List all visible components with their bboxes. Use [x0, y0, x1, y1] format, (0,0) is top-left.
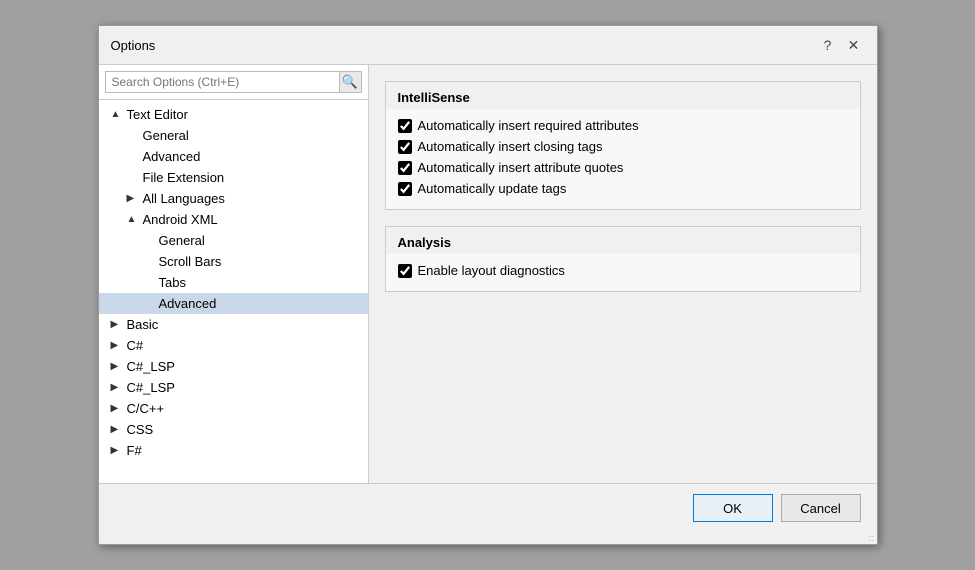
search-input[interactable] — [105, 71, 340, 93]
tree-label-fsharp: F# — [127, 443, 142, 458]
intellisense-header: IntelliSense — [386, 82, 860, 109]
intellisense-section: IntelliSense Automatically insert requir… — [385, 81, 861, 210]
tree-label-android-xml: Android XML — [143, 212, 218, 227]
expand-icon-basic: ▶ — [111, 319, 123, 330]
help-button[interactable]: ? — [817, 34, 839, 56]
title-bar-actions: ? ✕ — [817, 34, 865, 56]
checkbox-label-auto-insert-closing: Automatically insert closing tags — [418, 139, 603, 154]
tree-item-general[interactable]: General — [99, 125, 368, 146]
intellisense-row-auto-insert-closing: Automatically insert closing tags — [398, 136, 848, 157]
expand-icon-css: ▶ — [111, 424, 123, 435]
expand-icon-csharp: ▶ — [111, 340, 123, 351]
tree-label-advanced-te: Advanced — [143, 149, 201, 164]
dialog-title: Options — [111, 38, 156, 53]
tree-label-text-editor: Text Editor — [127, 107, 188, 122]
intellisense-row-auto-insert-quotes: Automatically insert attribute quotes — [398, 157, 848, 178]
tree-label-file-extension: File Extension — [143, 170, 225, 185]
checkbox-auto-insert-quotes[interactable] — [398, 161, 412, 175]
expand-icon-fsharp: ▶ — [111, 445, 123, 456]
tree-item-general-ax[interactable]: General — [99, 230, 368, 251]
tree-item-cpp[interactable]: ▶ C/C++ — [99, 398, 368, 419]
checkbox-label-enable-layout-diagnostics: Enable layout diagnostics — [418, 263, 565, 278]
tree-item-text-editor[interactable]: ▲ Text Editor — [99, 104, 368, 125]
dialog-body: 🔍 ▲ Text Editor General Advanced File Extens… — [99, 65, 877, 483]
tree-label-scroll-bars: Scroll Bars — [159, 254, 222, 269]
checkbox-enable-layout-diagnostics[interactable] — [398, 264, 412, 278]
tree-label-general: General — [143, 128, 189, 143]
search-icon[interactable]: 🔍 — [340, 71, 362, 93]
ok-button[interactable]: OK — [693, 494, 773, 522]
checkbox-label-auto-update-tags: Automatically update tags — [418, 181, 567, 196]
tree-item-css[interactable]: ▶ CSS — [99, 419, 368, 440]
search-box: 🔍 — [99, 65, 368, 100]
checkbox-auto-insert-required[interactable] — [398, 119, 412, 133]
tree-item-android-xml[interactable]: ▲ Android XML — [99, 209, 368, 230]
cancel-button[interactable]: Cancel — [781, 494, 861, 522]
options-dialog: Options ? ✕ 🔍 ▲ Text Editor General Advance… — [98, 25, 878, 545]
tree-label-csharp: C# — [127, 338, 144, 353]
expand-icon-cpp: ▶ — [111, 403, 123, 414]
tree-item-csharp-lsp2[interactable]: ▶ C#_LSP — [99, 377, 368, 398]
resize-handle: :: — [99, 532, 877, 544]
tree-label-tabs: Tabs — [159, 275, 186, 290]
intellisense-row-auto-update-tags: Automatically update tags — [398, 178, 848, 199]
tree-item-scroll-bars[interactable]: Scroll Bars — [99, 251, 368, 272]
tree-item-file-extension[interactable]: File Extension — [99, 167, 368, 188]
checkbox-auto-insert-closing[interactable] — [398, 140, 412, 154]
right-panel: IntelliSense Automatically insert requir… — [369, 65, 877, 483]
dialog-footer: OK Cancel — [99, 483, 877, 532]
tree-label-general-ax: General — [159, 233, 205, 248]
analysis-body: Enable layout diagnostics — [386, 254, 860, 291]
tree-label-cpp: C/C++ — [127, 401, 165, 416]
tree-item-advanced[interactable]: Advanced — [99, 293, 368, 314]
tree-item-advanced-te[interactable]: Advanced — [99, 146, 368, 167]
tree-item-all-languages[interactable]: ▶ All Languages — [99, 188, 368, 209]
title-bar: Options ? ✕ — [99, 26, 877, 65]
checkbox-auto-update-tags[interactable] — [398, 182, 412, 196]
tree-item-csharp-lsp1[interactable]: ▶ C#_LSP — [99, 356, 368, 377]
analysis-header: Analysis — [386, 227, 860, 254]
expand-icon-all-languages: ▶ — [127, 193, 139, 204]
tree-label-basic: Basic — [127, 317, 159, 332]
analysis-row-enable-layout-diagnostics: Enable layout diagnostics — [398, 260, 848, 281]
tree-label-all-languages: All Languages — [143, 191, 225, 206]
checkbox-label-auto-insert-quotes: Automatically insert attribute quotes — [418, 160, 624, 175]
expand-icon-csharp-lsp2: ▶ — [111, 382, 123, 393]
intellisense-row-auto-insert-required: Automatically insert required attributes — [398, 115, 848, 136]
tree-item-tabs[interactable]: Tabs — [99, 272, 368, 293]
tree-label-csharp-lsp1: C#_LSP — [127, 359, 175, 374]
checkbox-label-auto-insert-required: Automatically insert required attributes — [418, 118, 639, 133]
tree-label-csharp-lsp2: C#_LSP — [127, 380, 175, 395]
tree-item-basic[interactable]: ▶ Basic — [99, 314, 368, 335]
tree-item-csharp[interactable]: ▶ C# — [99, 335, 368, 356]
intellisense-body: Automatically insert required attributes… — [386, 109, 860, 209]
tree-label-advanced: Advanced — [159, 296, 217, 311]
expand-icon-android-xml: ▲ — [127, 214, 139, 225]
analysis-section: Analysis Enable layout diagnostics — [385, 226, 861, 292]
expand-icon-text-editor: ▲ — [111, 109, 123, 120]
expand-icon-csharp-lsp1: ▶ — [111, 361, 123, 372]
tree: ▲ Text Editor General Advanced File Extensio… — [99, 100, 368, 483]
tree-label-css: CSS — [127, 422, 154, 437]
left-panel: 🔍 ▲ Text Editor General Advanced File Extens… — [99, 65, 369, 483]
close-button[interactable]: ✕ — [843, 34, 865, 56]
tree-item-fsharp[interactable]: ▶ F# — [99, 440, 368, 461]
